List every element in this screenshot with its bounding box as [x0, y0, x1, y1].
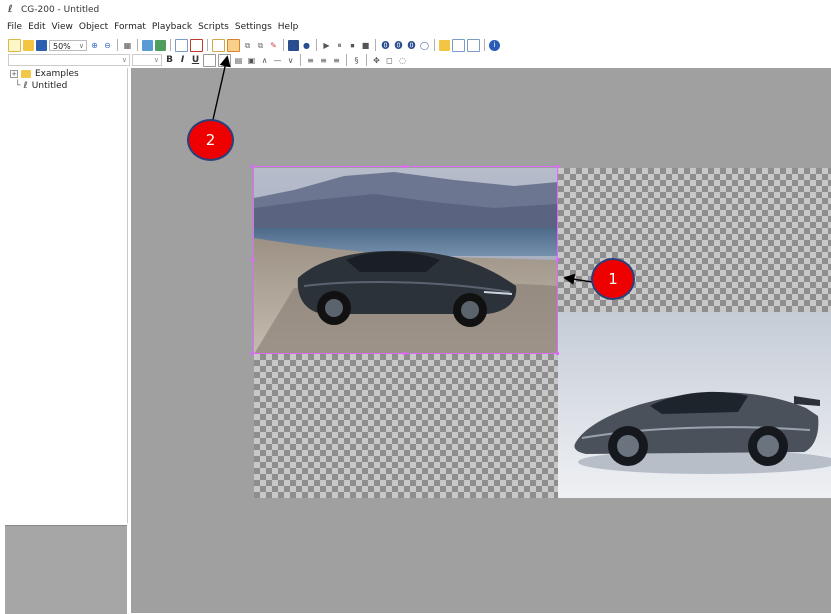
- main-toolbar: 50% ∨ ⊕ ⊖ ▦ ⧉ ⧉ ✎ ● ▶ ⏸ ⏹ ■ ⓿ ⓿ ⓿ ◯ i: [8, 38, 500, 52]
- channel-4-icon[interactable]: ◯: [419, 40, 430, 51]
- tree-item-label: Untitled: [31, 81, 68, 91]
- menu-object[interactable]: Object: [79, 21, 108, 33]
- transparent-region: [254, 354, 558, 498]
- zoom-select[interactable]: 50% ∨: [49, 39, 87, 51]
- window-title: CG-200 - Untitled: [21, 5, 100, 15]
- shape-icon[interactable]: ◌: [397, 55, 408, 66]
- resize-handle[interactable]: [251, 352, 254, 355]
- selection-frame[interactable]: [252, 166, 558, 354]
- record-icon[interactable]: ●: [301, 40, 312, 51]
- open-folder-icon[interactable]: [23, 39, 34, 51]
- resize-handle[interactable]: [251, 165, 254, 168]
- toolbar-divider: [366, 54, 367, 66]
- properties-panel: [5, 525, 127, 614]
- toolbar-divider: [346, 54, 347, 66]
- monitor-icon[interactable]: [288, 39, 299, 51]
- menu-scripts[interactable]: Scripts: [198, 21, 229, 33]
- zoom-in-icon[interactable]: ⊕: [89, 40, 100, 51]
- toolbar-divider: [137, 39, 138, 51]
- callout-badge-1: 1: [591, 258, 635, 300]
- font-family-select[interactable]: ∨: [8, 54, 130, 66]
- expand-icon[interactable]: +: [10, 70, 18, 78]
- resize-handle[interactable]: [556, 258, 559, 261]
- add-picture-icon[interactable]: [155, 39, 166, 51]
- font-size-select[interactable]: ∨: [132, 54, 162, 66]
- edit-object-icon[interactable]: [212, 38, 225, 52]
- copy-icon[interactable]: [175, 38, 188, 52]
- app-icon: ℓ: [8, 4, 13, 15]
- toolbar-divider: [283, 39, 284, 51]
- align-right-icon[interactable]: ≡: [331, 55, 342, 66]
- info-icon[interactable]: i: [489, 39, 500, 51]
- play-icon[interactable]: ▶: [321, 40, 332, 51]
- menu-settings[interactable]: Settings: [235, 21, 272, 33]
- object-tree: + Examples └ ℓ Untitled: [5, 68, 128, 523]
- resize-handle[interactable]: [403, 352, 406, 355]
- align-left-icon[interactable]: ≡: [305, 55, 316, 66]
- tree-item-examples[interactable]: + Examples: [5, 68, 127, 80]
- toolbar-divider: [117, 39, 118, 51]
- toolbar-divider: [375, 39, 376, 51]
- dash-icon[interactable]: —: [272, 55, 283, 66]
- zoom-out-icon[interactable]: ⊖: [102, 40, 113, 51]
- resize-handle[interactable]: [556, 165, 559, 168]
- menu-format[interactable]: Format: [114, 21, 146, 33]
- frame-icon[interactable]: ▣: [246, 55, 257, 66]
- folder-icon: [21, 70, 31, 78]
- tree-item-untitled[interactable]: └ ℓ Untitled: [5, 80, 127, 92]
- menu-edit[interactable]: Edit: [28, 21, 45, 33]
- menu-playback[interactable]: Playback: [152, 21, 192, 33]
- report-icon[interactable]: [452, 38, 465, 52]
- box-icon[interactable]: ◻: [384, 55, 395, 66]
- underline-button[interactable]: U: [190, 55, 201, 65]
- toolbar-divider: [300, 54, 301, 66]
- new-file-icon[interactable]: [8, 38, 21, 52]
- bold-button[interactable]: B: [164, 55, 175, 65]
- format-toolbar: ∨ ∨ B I U ▤ ▣ ∧ — ∨ ≡ ≡ ≡ § ✥ ◻ ◌: [8, 53, 408, 67]
- menu-file[interactable]: File: [7, 21, 22, 33]
- stop-play-icon[interactable]: ⏹: [347, 40, 358, 51]
- title-bar: ℓ CG-200 - Untitled: [0, 0, 831, 20]
- layers-icon[interactable]: ⧉: [255, 40, 266, 51]
- text-color-icon[interactable]: [203, 53, 216, 67]
- toolbar-divider: [170, 39, 171, 51]
- align-box-icon[interactable]: ▤: [233, 55, 244, 66]
- callout-badge-2: 2: [187, 119, 234, 161]
- car-photo-studio[interactable]: [558, 312, 831, 498]
- menu-view[interactable]: View: [52, 21, 73, 33]
- save-icon[interactable]: [36, 39, 47, 51]
- pause-icon[interactable]: ⏸: [334, 40, 345, 51]
- menu-bar: File Edit View Object Format Playback Sc…: [0, 21, 304, 33]
- insert-object-icon[interactable]: [227, 38, 240, 52]
- toolbar-divider: [484, 39, 485, 51]
- clone-icon[interactable]: ⧉: [242, 40, 253, 51]
- align-center-icon[interactable]: ≡: [318, 55, 329, 66]
- grid-icon[interactable]: ▦: [122, 40, 133, 51]
- paste-icon[interactable]: [190, 38, 203, 52]
- tree-item-label: Examples: [35, 69, 79, 79]
- section-icon[interactable]: §: [351, 55, 362, 66]
- resize-handle[interactable]: [556, 352, 559, 355]
- pin-icon[interactable]: ✎: [268, 40, 279, 51]
- resize-handle[interactable]: [403, 165, 406, 168]
- arrow-down-icon[interactable]: ∨: [285, 55, 296, 66]
- toolbar-divider: [434, 39, 435, 51]
- file-icon: └ ℓ: [15, 81, 28, 91]
- menu-help[interactable]: Help: [278, 21, 299, 33]
- toolbar-divider: [207, 39, 208, 51]
- italic-button[interactable]: I: [177, 55, 188, 65]
- note-icon[interactable]: [439, 39, 450, 51]
- channel-2-icon[interactable]: ⓿: [393, 40, 404, 51]
- channel-3-icon[interactable]: ⓿: [406, 40, 417, 51]
- resize-handle[interactable]: [251, 258, 254, 261]
- toolbar-divider: [316, 39, 317, 51]
- tool-icon[interactable]: ✥: [371, 55, 382, 66]
- studio-photo-image: [558, 312, 831, 498]
- stop-icon[interactable]: ■: [360, 40, 371, 51]
- channel-1-icon[interactable]: ⓿: [380, 40, 391, 51]
- fill-color-icon[interactable]: [218, 53, 231, 67]
- arrow-up-icon[interactable]: ∧: [259, 55, 270, 66]
- export-icon[interactable]: [467, 38, 480, 52]
- add-image-icon[interactable]: [142, 39, 153, 51]
